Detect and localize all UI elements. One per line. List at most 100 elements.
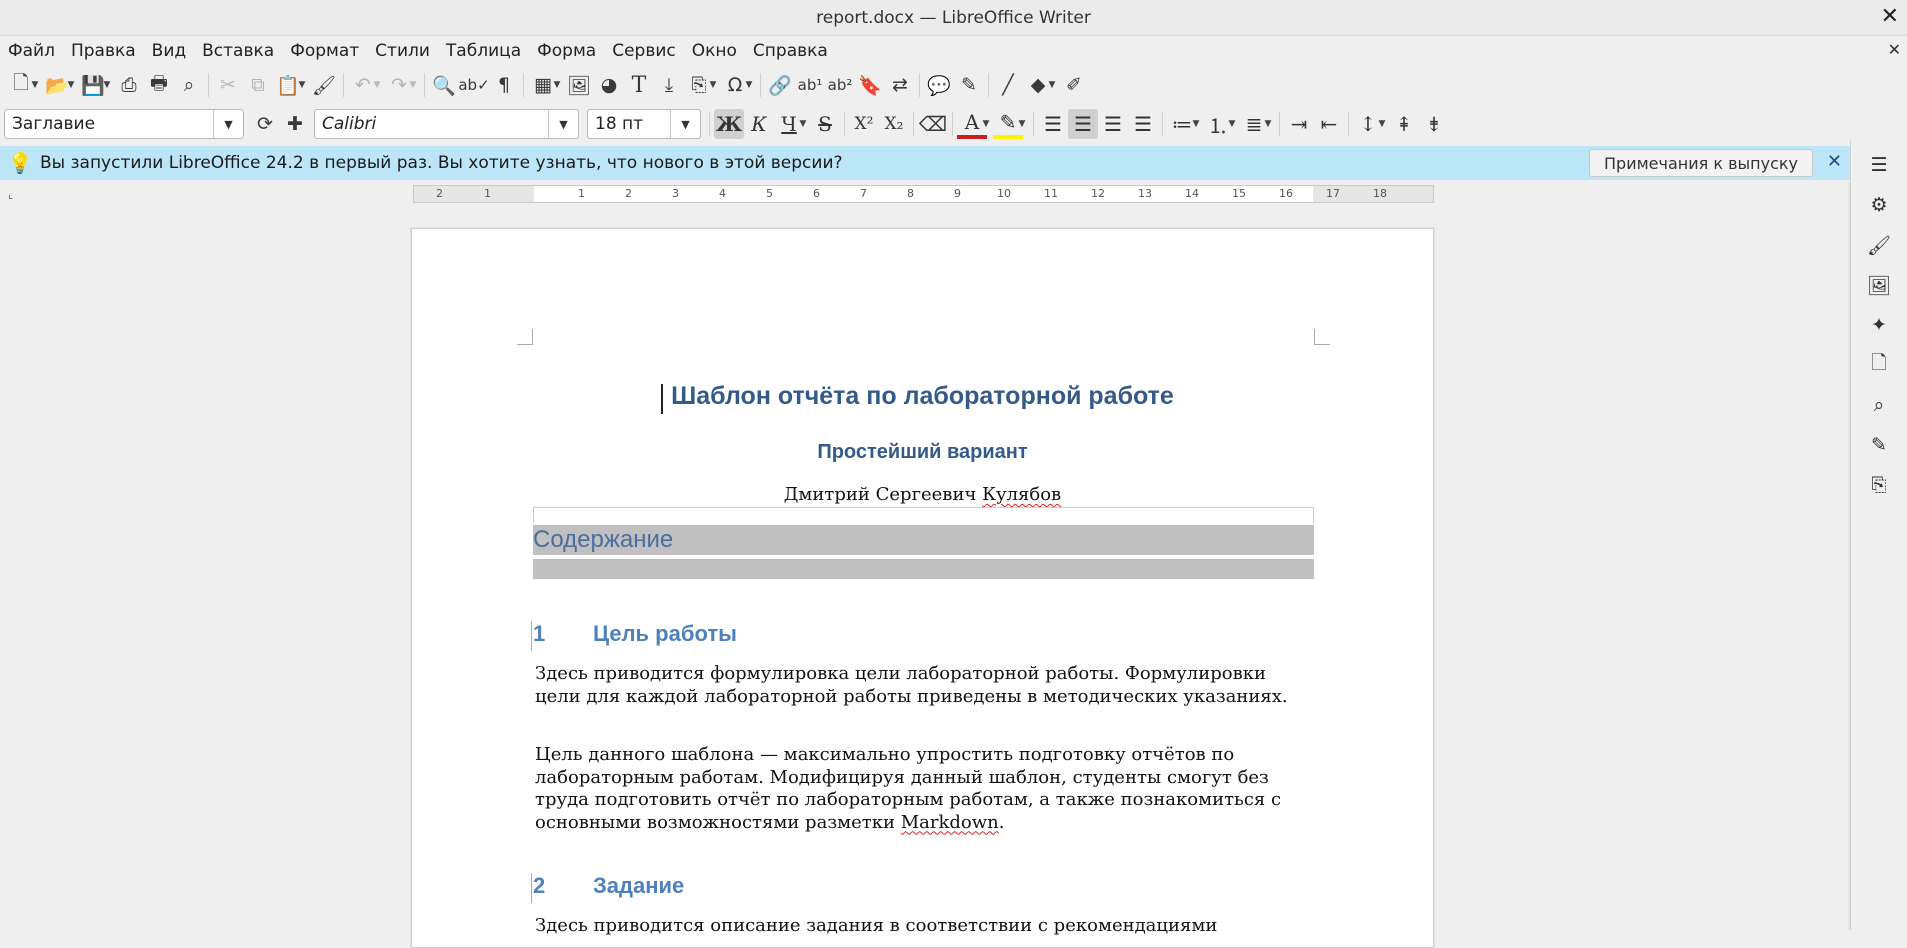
chevron-down-icon[interactable]: ▼ — [670, 110, 700, 138]
track-changes-icon[interactable]: ✎ — [954, 70, 984, 100]
toolbar-separator — [919, 73, 920, 97]
styles-icon[interactable]: 🖌 — [1864, 230, 1894, 260]
insert-page-break-icon[interactable]: ⤓ — [654, 70, 684, 100]
menu-window[interactable]: Окно — [684, 41, 745, 61]
formatting-toolbar: Заглавие ▼ ⟳ ✚ Calibri ▼ 18 пт ▼ Ж К Ч ▼ … — [0, 106, 1907, 142]
open-dropdown-icon[interactable]: ▼ — [66, 80, 76, 90]
release-notes-button[interactable]: Примечания к выпуску — [1589, 149, 1813, 177]
font-name-combo[interactable]: Calibri ▼ — [314, 109, 579, 139]
document-subtitle[interactable]: Простейший вариант — [412, 441, 1433, 464]
document-close-icon[interactable]: ✕ — [1888, 40, 1901, 59]
spelling-icon[interactable]: ab✓ — [458, 70, 489, 100]
endnote-icon[interactable]: ab² — [825, 70, 855, 100]
menu-styles[interactable]: Стили — [367, 41, 438, 61]
align-right-icon[interactable]: ☰ — [1098, 109, 1128, 139]
insert-text-box-icon[interactable]: T — [624, 70, 654, 100]
chevron-down-icon[interactable]: ▼ — [548, 110, 578, 138]
paragraph[interactable]: Цель данного шаблона — максимально упрос… — [535, 744, 1315, 834]
chevron-down-icon[interactable]: ▼ — [213, 110, 243, 138]
document-author[interactable]: Дмитрий Сергеевич Кулябов — [412, 484, 1433, 505]
undo-dropdown-icon[interactable]: ▼ — [372, 80, 382, 90]
special-character-dropdown-icon[interactable]: ▼ — [744, 80, 754, 90]
underline-dropdown-icon[interactable]: ▼ — [798, 119, 808, 129]
paragraph[interactable]: Здесь приводится формулировка цели лабор… — [535, 663, 1315, 708]
new-dropdown-icon[interactable]: ▼ — [30, 80, 40, 90]
redo-dropdown-icon[interactable]: ▼ — [408, 80, 418, 90]
align-center-icon[interactable]: ☰ — [1068, 109, 1098, 139]
design-icon[interactable]: ⎘ — [1864, 470, 1894, 500]
increase-indent-icon[interactable]: ⇥ — [1284, 109, 1314, 139]
decrease-indent-icon[interactable]: ⇤ — [1314, 109, 1344, 139]
outline-list-dropdown-icon[interactable]: ▼ — [1263, 119, 1273, 129]
menu-edit[interactable]: Правка — [63, 41, 144, 61]
footnote-icon[interactable]: ab¹ — [795, 70, 825, 100]
bookmark-icon[interactable]: 🔖 — [855, 70, 885, 100]
properties-icon[interactable]: ⚙ — [1864, 190, 1894, 220]
find-replace-icon[interactable]: 🔍 — [429, 70, 459, 100]
gallery-icon[interactable]: 🖼 — [1864, 270, 1894, 300]
sidebar-menu-icon[interactable]: ☰ — [1864, 150, 1894, 180]
paste-dropdown-icon[interactable]: ▼ — [297, 80, 307, 90]
document-title[interactable]: Шаблон отчёта по лабораторной работе — [412, 382, 1433, 411]
paragraph[interactable]: Здесь приводится описание задания в соот… — [535, 915, 1315, 938]
save-dropdown-icon[interactable]: ▼ — [102, 80, 112, 90]
toc-heading[interactable]: Содержание — [533, 525, 1314, 555]
clone-formatting-icon[interactable]: 🖌 — [309, 70, 339, 100]
infobar-close-icon[interactable]: ✕ — [1827, 151, 1842, 172]
navigator-icon[interactable]: ✦ — [1864, 310, 1894, 340]
formatting-marks-icon[interactable]: ¶ — [489, 70, 519, 100]
line-icon[interactable]: ╱ — [993, 70, 1023, 100]
field-dropdown-icon[interactable]: ▼ — [708, 80, 718, 90]
highlight-dropdown-icon[interactable]: ▼ — [1017, 119, 1027, 129]
shapes-dropdown-icon[interactable]: ▼ — [1047, 80, 1057, 90]
copy-icon[interactable]: ⧉ — [243, 70, 273, 100]
menu-tools[interactable]: Сервис — [604, 41, 684, 61]
export-pdf-icon[interactable]: ⎙ — [114, 70, 144, 100]
new-style-icon[interactable]: ✚ — [280, 109, 310, 139]
menu-view[interactable]: Вид — [144, 41, 194, 61]
menu-insert[interactable]: Вставка — [194, 41, 282, 61]
menu-file[interactable]: Файл — [0, 41, 63, 61]
numbered-list-dropdown-icon[interactable]: ▼ — [1227, 119, 1237, 129]
menu-help[interactable]: Справка — [745, 41, 836, 61]
italic-button[interactable]: К — [744, 109, 774, 139]
draw-functions-icon[interactable]: ✐ — [1059, 70, 1089, 100]
menu-form[interactable]: Форма — [529, 41, 604, 61]
window-close-icon[interactable]: ✕ — [1881, 4, 1899, 29]
cross-reference-icon[interactable]: ⇄ — [885, 70, 915, 100]
document-page[interactable]: Шаблон отчёта по лабораторной работе Про… — [411, 228, 1434, 948]
insert-chart-icon[interactable]: ◕ — [594, 70, 624, 100]
font-color-dropdown-icon[interactable]: ▼ — [981, 119, 991, 129]
strikethrough-button[interactable]: S — [810, 109, 840, 139]
subscript-button[interactable]: X₂ — [879, 109, 909, 139]
insert-image-icon[interactable]: 🖼 — [564, 70, 594, 100]
justify-icon[interactable]: ☰ — [1128, 109, 1158, 139]
hyperlink-icon[interactable]: 🔗 — [765, 70, 795, 100]
style-inspector-icon[interactable]: ⌕ — [1864, 390, 1894, 420]
print-preview-icon[interactable]: ⌕ — [174, 70, 204, 100]
bullet-list-dropdown-icon[interactable]: ▼ — [1191, 119, 1201, 129]
superscript-button[interactable]: X² — [849, 109, 879, 139]
align-left-icon[interactable]: ☰ — [1038, 109, 1068, 139]
update-style-icon[interactable]: ⟳ — [250, 109, 280, 139]
comment-icon[interactable]: 💬 — [924, 70, 954, 100]
font-size-combo[interactable]: 18 пт ▼ — [587, 109, 701, 139]
clear-formatting-icon[interactable]: ⌫ — [918, 109, 948, 139]
heading-2[interactable]: 2 Задание — [531, 873, 684, 903]
heading-1[interactable]: 1 Цель работы — [531, 621, 737, 651]
line-spacing-dropdown-icon[interactable]: ▼ — [1377, 119, 1387, 129]
manage-changes-icon[interactable]: ✎ — [1864, 430, 1894, 460]
bold-button[interactable]: Ж — [714, 109, 744, 139]
paragraph-style-combo[interactable]: Заглавие ▼ — [4, 109, 244, 139]
menu-format[interactable]: Формат — [282, 41, 367, 61]
toc-field[interactable] — [533, 559, 1314, 579]
horizontal-ruler[interactable]: 2 1 1 2 3 4 5 6 7 8 9 10 11 12 13 14 15 … — [413, 185, 1434, 203]
ruler-tick: 1 — [484, 187, 491, 200]
page-icon[interactable]: 🗋 — [1864, 350, 1894, 380]
print-icon[interactable]: 🖶 — [144, 70, 174, 100]
menu-table[interactable]: Таблица — [438, 41, 529, 61]
cut-icon[interactable]: ✂ — [213, 70, 243, 100]
table-dropdown-icon[interactable]: ▼ — [552, 80, 562, 90]
decrease-paragraph-spacing-icon[interactable]: ⇟ — [1419, 109, 1449, 139]
increase-paragraph-spacing-icon[interactable]: ⇞ — [1389, 109, 1419, 139]
